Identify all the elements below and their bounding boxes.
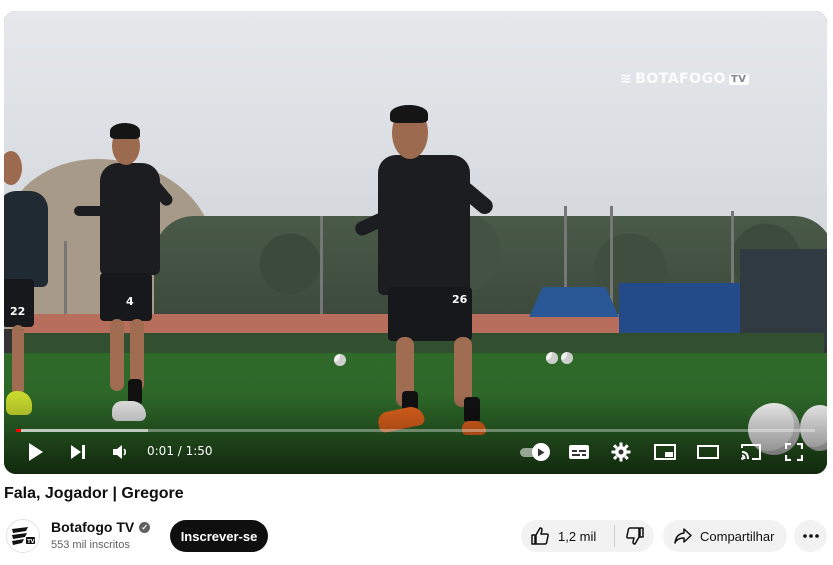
share-button[interactable]: Compartilhar xyxy=(663,520,787,552)
subscribe-button[interactable]: Inscrever-se xyxy=(170,520,268,552)
channel-name[interactable]: Botafogo TV ✓ xyxy=(51,519,151,535)
theater-mode-button[interactable] xyxy=(694,439,722,465)
cast-button[interactable] xyxy=(737,439,765,465)
football xyxy=(546,352,558,364)
thumbs-up-icon xyxy=(531,527,549,545)
settings-button[interactable] xyxy=(607,439,635,465)
progress-played xyxy=(16,429,21,432)
more-options-button[interactable] xyxy=(794,520,827,552)
watermark-tv: TV xyxy=(728,73,749,85)
volume-icon xyxy=(113,445,127,459)
botafogo-logo-icon: TV xyxy=(12,527,35,545)
channel-watermark: ≋ BOTAFOGO TV xyxy=(620,71,749,87)
kit-number: 4 xyxy=(126,295,134,308)
video-player[interactable]: 22 4 26 ≋ BOTAFOGO TV 0:01 / 1:50 xyxy=(4,11,827,474)
fullscreen-button[interactable] xyxy=(780,439,808,465)
autoplay-toggle-icon xyxy=(532,443,550,461)
progress-loaded xyxy=(16,429,148,432)
captions-icon xyxy=(569,445,589,459)
captions-button[interactable] xyxy=(565,439,593,465)
next-icon xyxy=(71,445,85,459)
football xyxy=(561,352,573,364)
cast-icon xyxy=(741,444,761,460)
play-icon xyxy=(29,443,43,461)
play-button[interactable] xyxy=(22,439,50,465)
miniplayer-icon xyxy=(654,444,676,460)
miniplayer-button[interactable] xyxy=(651,439,679,465)
volume-button[interactable] xyxy=(106,439,134,465)
channel-name-text[interactable]: Botafogo TV xyxy=(51,519,134,535)
video-title: Fala, Jogador | Gregore xyxy=(4,485,184,502)
watermark-logo-icon: ≋ xyxy=(620,71,633,87)
fullscreen-icon xyxy=(785,443,803,461)
share-icon xyxy=(674,528,692,544)
next-button[interactable] xyxy=(64,439,92,465)
autoplay-toggle[interactable] xyxy=(518,443,554,461)
football xyxy=(334,354,346,366)
gear-icon xyxy=(611,442,631,462)
avatar[interactable]: TV xyxy=(6,519,40,553)
like-count: 1,2 mil xyxy=(558,528,597,544)
kit-number: 22 xyxy=(10,305,26,318)
svg-text:TV: TV xyxy=(27,539,34,545)
more-options-icon xyxy=(802,534,819,538)
thumbs-down-icon xyxy=(625,527,644,545)
theater-mode-icon xyxy=(697,445,719,459)
verified-check-icon: ✓ xyxy=(139,521,151,533)
share-label: Compartilhar xyxy=(700,528,775,544)
dislike-button[interactable] xyxy=(615,520,654,552)
subscriber-count: 553 mil inscritos xyxy=(51,539,130,551)
like-button[interactable]: 1,2 mil xyxy=(521,520,614,552)
time-display: 0:01 / 1:50 xyxy=(147,444,213,458)
like-dislike-group: 1,2 mil xyxy=(521,520,654,552)
kit-number: 26 xyxy=(452,293,468,306)
watermark-text: BOTAFOGO xyxy=(635,71,726,87)
progress-bar[interactable] xyxy=(16,429,815,432)
tent xyxy=(529,287,619,317)
